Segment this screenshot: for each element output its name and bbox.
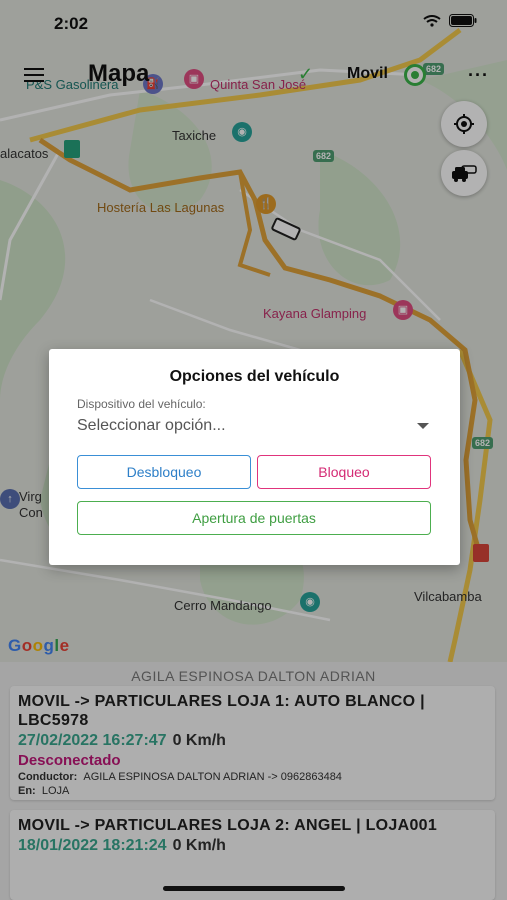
dialog-title: Opciones del vehículo [169, 368, 340, 385]
vehicle-options-dialog: Opciones del vehículo Dispositivo del ve… [49, 349, 460, 565]
device-select[interactable]: Seleccionar opción... [77, 415, 429, 439]
device-select-value[interactable]: Seleccionar opción... [77, 417, 226, 435]
lock-button[interactable]: Bloqueo [257, 455, 431, 489]
dropdown-arrow-icon[interactable] [417, 423, 429, 429]
home-indicator[interactable] [163, 886, 345, 891]
device-field-label: Dispositivo del vehículo: [77, 397, 206, 411]
unlock-button[interactable]: Desbloqueo [77, 455, 251, 489]
open-doors-button[interactable]: Apertura de puertas [77, 501, 431, 535]
